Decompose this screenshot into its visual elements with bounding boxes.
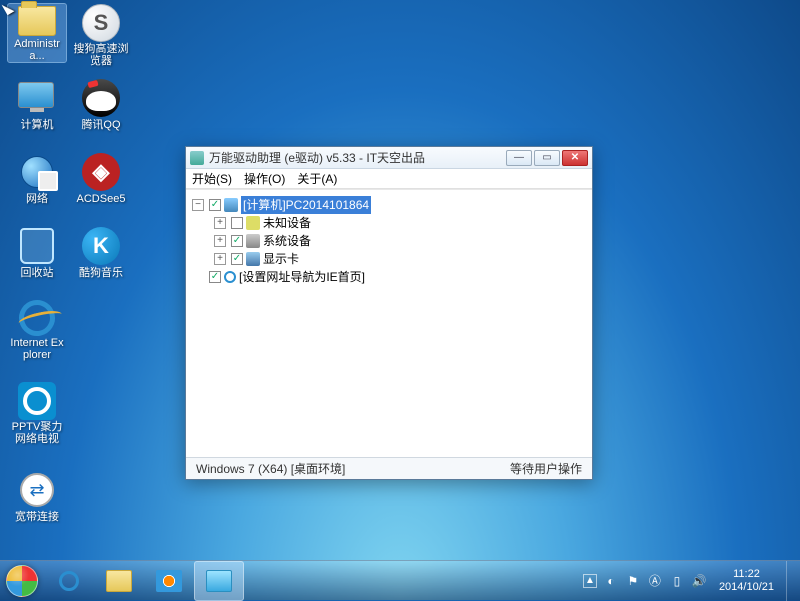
folder-icon [18,6,56,36]
menubar: 开始(S) 操作(O) 关于(A) [186,169,592,189]
icon-label: Administra... [9,38,65,62]
dialup-icon: ⇄ [20,473,54,507]
expand-icon[interactable]: + [214,217,226,229]
collapse-icon[interactable]: − [192,199,204,211]
tree-label: 系统设备 [263,232,311,250]
desktop-icon-qq[interactable]: 腾讯QQ [72,78,130,136]
checkbox[interactable]: ✓ [209,199,221,211]
desktop-icon-recycle-bin[interactable]: 回收站 [8,226,66,284]
taskbar-wmp[interactable] [144,561,194,601]
taskbar-clock[interactable]: 11:22 2014/10/21 [713,568,780,594]
icon-label: 网络 [26,193,48,205]
expand-icon[interactable]: + [214,253,226,265]
acdsee-icon: ◈ [82,153,120,191]
tree-item-display-card[interactable]: + ✓ 显示卡 [190,250,588,268]
sogou-icon: S [82,4,120,42]
desktop-icon-kugou[interactable]: K 酷狗音乐 [72,226,130,284]
network-icon [21,156,53,188]
clock-time: 11:22 [719,568,774,581]
kugou-icon: K [82,227,120,265]
checkbox[interactable]: ✓ [231,253,243,265]
tree-root-computer[interactable]: − ✓ [计算机]PC2014101864 [190,196,588,214]
icon-label: 腾讯QQ [81,119,120,131]
pptv-icon [18,382,56,420]
tree-label: 未知设备 [263,214,311,232]
app-task-icon [206,570,232,592]
folder-icon [106,570,132,592]
tray-volume-icon[interactable]: 🔊 [691,573,707,589]
pinned-apps [44,561,244,601]
clock-date: 2014/10/21 [719,581,774,594]
expand-icon[interactable]: + [214,235,226,247]
unknown-device-icon [246,216,260,230]
recycle-bin-icon [20,228,54,264]
qq-icon [82,79,120,117]
menu-action[interactable]: 操作(O) [244,170,285,187]
tray-network-icon[interactable]: ▯ [669,573,685,589]
icon-label: 酷狗音乐 [79,267,123,279]
windows-logo-icon [6,565,38,597]
start-button[interactable] [0,561,44,601]
tray-input-icon[interactable]: Ⓐ [647,573,663,589]
taskbar-driver-assistant[interactable] [194,561,244,601]
display-card-icon [246,252,260,266]
computer-tree-icon [224,198,238,212]
desktop-icon-ie[interactable]: Internet Explorer [8,300,66,358]
window-title: 万能驱动助理 (e驱动) v5.33 - IT天空出品 [209,149,506,166]
ie-tree-icon [224,271,236,283]
system-tray: ▲ ◐ ⚑ Ⓐ ▯ 🔊 11:22 2014/10/21 [583,561,800,601]
icon-label: 宽带连接 [15,511,59,523]
tray-action-center-icon[interactable]: ⚑ [625,573,641,589]
icon-label: 回收站 [21,267,54,279]
menu-about[interactable]: 关于(A) [297,170,337,187]
checkbox[interactable]: ✓ [209,271,221,283]
show-desktop-button[interactable] [786,561,796,601]
checkbox[interactable] [231,217,243,229]
maximize-button[interactable]: ▭ [534,150,560,166]
tree-label: 显示卡 [263,250,299,268]
taskbar-ie[interactable] [44,561,94,601]
media-player-icon [156,570,182,592]
desktop-icon-network[interactable]: 网络 [8,152,66,210]
tree-item-set-homepage[interactable]: ✓ [设置网址导航为IE首页] [190,268,588,286]
titlebar[interactable]: 万能驱动助理 (e驱动) v5.33 - IT天空出品 — ▭ ✕ [186,147,592,169]
desktop-icon-acdsee[interactable]: ◈ ACDSee5 [72,152,130,210]
taskbar: ▲ ◐ ⚑ Ⓐ ▯ 🔊 11:22 2014/10/21 [0,560,800,600]
statusbar: Windows 7 (X64) [桌面环境] 等待用户操作 [186,457,592,479]
device-tree: − ✓ [计算机]PC2014101864 + 未知设备 + ✓ 系统设备 + … [186,189,592,457]
driver-assistant-window: 万能驱动助理 (e驱动) v5.33 - IT天空出品 — ▭ ✕ 开始(S) … [185,146,593,480]
tray-expand-button[interactable]: ▲ [583,574,597,588]
computer-icon [18,82,56,114]
checkbox[interactable]: ✓ [231,235,243,247]
desktop-icon-admin[interactable]: Administra... [8,4,66,62]
desktop-icon-computer[interactable]: 计算机 [8,78,66,136]
close-button[interactable]: ✕ [562,150,588,166]
icon-label: ACDSee5 [77,193,126,205]
taskbar-explorer[interactable] [94,561,144,601]
desktop-icon-pptv[interactable]: PPTV聚力 网络电视 [8,382,66,440]
status-right: 等待用户操作 [510,460,582,477]
icon-label: Internet Explorer [9,337,65,361]
spacer [192,271,204,283]
system-device-icon [246,234,260,248]
tree-item-system-device[interactable]: + ✓ 系统设备 [190,232,588,250]
ie-icon [16,297,59,340]
tree-label: [计算机]PC2014101864 [241,196,371,214]
minimize-button[interactable]: — [506,150,532,166]
app-icon [190,151,204,165]
icon-label: PPTV聚力 网络电视 [9,421,65,445]
tree-item-unknown-device[interactable]: + 未知设备 [190,214,588,232]
desktop-icon-sogou[interactable]: S 搜狗高速浏览器 [72,4,130,62]
ie-icon [59,571,79,591]
status-left: Windows 7 (X64) [桌面环境] [196,460,345,477]
tray-safe-icon[interactable]: ◐ [603,573,619,589]
menu-start[interactable]: 开始(S) [192,170,232,187]
desktop-icon-dialup[interactable]: ⇄ 宽带连接 [8,470,66,528]
icon-label: 计算机 [21,119,54,131]
tree-label: [设置网址导航为IE首页] [239,268,365,286]
icon-label: 搜狗高速浏览器 [73,43,129,67]
